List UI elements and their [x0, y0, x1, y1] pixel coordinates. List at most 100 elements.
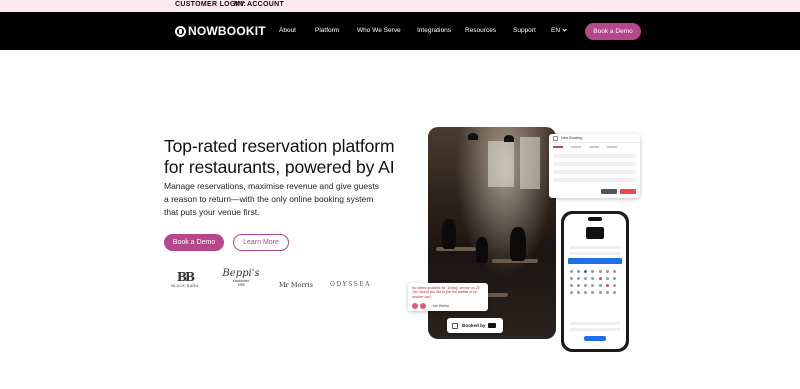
- phone-text-line: [570, 322, 620, 325]
- calendar-day: [591, 284, 595, 287]
- chevron-down-icon: [562, 27, 567, 32]
- calendar-day: [577, 270, 581, 273]
- top-utility-bar: CUSTOMER LOGIN: MY ACCOUNT: [0, 0, 800, 12]
- window-shape: [488, 141, 514, 187]
- booking-window-title: New Booking: [561, 136, 583, 140]
- booking-tabs: [549, 143, 640, 150]
- calendar-day: [584, 291, 588, 294]
- diner-silhouette: [476, 237, 488, 263]
- calendar-day: [605, 284, 609, 287]
- calendar-day: [612, 284, 616, 287]
- booking-field: [553, 154, 636, 158]
- calendar-day: [591, 277, 595, 280]
- nav-support[interactable]: Support: [513, 27, 536, 34]
- phone-calendar: [570, 270, 620, 294]
- window-shape: [520, 137, 540, 189]
- language-label: EN: [551, 27, 561, 34]
- phone-text-line: [570, 252, 620, 255]
- waitlist-actions: Join Waitlist: [412, 303, 484, 310]
- my-account-link[interactable]: MY ACCOUNT: [234, 1, 284, 8]
- black-barn-logo: BB BLACK BARN: [170, 270, 200, 288]
- calendar-day: [598, 284, 602, 287]
- calendar-day: [584, 270, 588, 273]
- booking-action: [620, 189, 636, 194]
- phone-screen: [564, 214, 626, 349]
- calendar-day: [584, 277, 588, 280]
- nowbookit-logo[interactable]: NOWBOOKIT: [175, 24, 266, 38]
- main-navigation: NOWBOOKIT About Platform Who We Serve In…: [0, 12, 800, 50]
- nav-platform[interactable]: Platform: [315, 27, 339, 34]
- calendar-day: [570, 270, 573, 273]
- lamp-shape: [504, 135, 514, 142]
- calendar-day: [577, 277, 581, 280]
- booking-tab: [589, 145, 599, 148]
- calendar-day: [612, 291, 616, 294]
- language-selector[interactable]: EN: [551, 27, 567, 34]
- booking-tab: [553, 145, 563, 148]
- beppis-caption-line2: 1956: [237, 283, 245, 287]
- lamp-shape: [468, 133, 478, 140]
- new-booking-window: New Booking: [549, 134, 640, 198]
- calendar-day: [570, 291, 573, 294]
- calendar-day: [584, 284, 588, 287]
- right-arrow-icon: [420, 303, 426, 310]
- logo-mark-icon: [175, 25, 186, 37]
- calendar-day: [598, 270, 602, 273]
- waitlist-notice-text: No tables available for "Dining" service…: [412, 286, 480, 299]
- booked-by-label: Booked by: [462, 323, 486, 328]
- nav-integrations[interactable]: Integrations: [417, 27, 451, 34]
- diner-silhouette: [442, 219, 456, 249]
- calendar-day: [612, 277, 616, 280]
- calendar-icon: [452, 322, 458, 329]
- join-waitlist-link: Join Waitlist: [432, 304, 449, 309]
- venue-logo: [586, 227, 604, 239]
- nowbookit-mini-logo: [488, 323, 497, 328]
- booking-window-header: New Booking: [549, 134, 640, 143]
- booking-tab: [571, 145, 581, 148]
- booking-tab: [607, 145, 617, 148]
- booking-action: [601, 189, 617, 194]
- book-demo-nav-button[interactable]: Book a Demo: [585, 23, 641, 40]
- black-barn-caption: BLACK BARN: [171, 284, 199, 288]
- booking-actions: [601, 189, 636, 194]
- diner-silhouette: [510, 227, 526, 261]
- mr-morris-logo: Mr Morris: [278, 281, 314, 289]
- left-arrow-icon: [412, 303, 418, 310]
- nav-about[interactable]: About: [279, 27, 296, 34]
- calendar-day: [570, 284, 573, 287]
- black-barn-monogram: BB: [176, 270, 195, 284]
- phone-date-bar: [568, 258, 622, 264]
- booking-field: [553, 162, 636, 166]
- book-demo-button[interactable]: Book a Demo: [164, 234, 224, 251]
- calendar-day: [605, 270, 609, 273]
- nav-resources[interactable]: Resources: [465, 27, 496, 34]
- phone-notch: [588, 217, 602, 221]
- booking-field: [553, 170, 636, 174]
- calendar-day: [591, 291, 595, 294]
- learn-more-button[interactable]: Learn More: [233, 234, 289, 251]
- calendar-day: [605, 291, 609, 294]
- waitlist-notice: No tables available for "Dining" service…: [408, 283, 488, 311]
- calendar-day: [598, 291, 602, 294]
- hero-subtitle: Manage reservations, maximise revenue an…: [164, 181, 379, 217]
- logo-text: NOWBOOKIT: [188, 24, 266, 38]
- booked-by-badge: Booked by: [447, 318, 503, 333]
- beppis-name: Beppi's: [222, 268, 260, 279]
- hero-title: Top-rated reservation platform for resta…: [164, 136, 395, 177]
- booking-field: [553, 178, 636, 182]
- phone-confirm-button: [584, 336, 606, 341]
- calendar-day: [605, 277, 609, 280]
- close-icon: [553, 135, 558, 141]
- phone-mockup: [561, 211, 629, 352]
- nav-who-we-serve[interactable]: Who We Serve: [357, 27, 401, 34]
- phone-text-line: [570, 246, 620, 249]
- odyssea-logo: ODYSSEA: [330, 281, 372, 288]
- calendar-day: [591, 270, 595, 273]
- calendar-day: [577, 291, 581, 294]
- calendar-day: [598, 277, 602, 280]
- calendar-day: [612, 270, 616, 273]
- calendar-day: [570, 277, 573, 280]
- phone-text-line: [570, 328, 620, 331]
- calendar-day: [577, 284, 581, 287]
- beppis-logo: Beppi's Established 1956: [221, 268, 261, 287]
